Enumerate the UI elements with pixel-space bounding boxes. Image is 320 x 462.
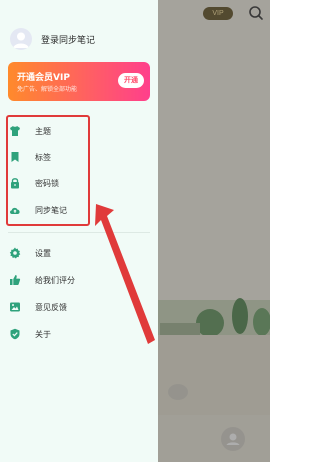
menu-item-label: 给我们评分: [35, 276, 75, 285]
annotation-highlight-box: [6, 115, 90, 226]
menu-item-label: 意见反馈: [35, 303, 67, 312]
open-vip-button[interactable]: 开通: [118, 73, 144, 88]
menu-item-label: 关于: [35, 330, 51, 339]
vip-promo-card[interactable]: 开通会员VIP 免广告、解锁全部功能 开通: [8, 62, 150, 101]
avatar-icon: [13, 32, 29, 48]
shield-check-icon: [10, 328, 20, 340]
login-label: 登录同步笔记: [41, 35, 96, 46]
login-row[interactable]: 登录同步笔记: [10, 28, 95, 50]
menu-item-label: 设置: [35, 249, 51, 258]
feedback-icon: [10, 302, 20, 312]
avatar: [10, 28, 32, 50]
vip-card-subtitle: 免广告、解锁全部功能: [17, 86, 78, 93]
gear-icon: [9, 247, 21, 259]
thumbs-up-icon: [10, 275, 21, 285]
vip-card-title: 开通会员VIP: [17, 73, 70, 83]
annotation-arrow-icon: [95, 204, 155, 344]
